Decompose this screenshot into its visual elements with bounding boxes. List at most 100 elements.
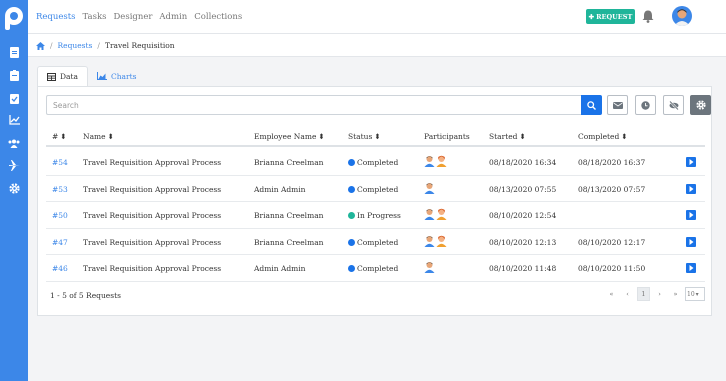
results-count: 1 - 5 of 5 Requests — [50, 291, 121, 300]
status-dot — [348, 159, 355, 166]
page-number[interactable]: 1 — [637, 287, 650, 301]
request-id-link[interactable]: #54 — [52, 158, 68, 167]
status-badge: Completed — [348, 238, 398, 247]
request-id-link[interactable]: #50 — [52, 211, 68, 220]
table-row: #46 Travel Requisition Approval Process … — [46, 255, 705, 282]
participants — [424, 182, 435, 194]
completed-date: 08/13/2020 07:57 — [578, 184, 646, 194]
tab-charts[interactable]: Charts — [88, 66, 146, 86]
completed-date: 08/10/2020 11:50 — [578, 264, 646, 273]
nav-tasks[interactable]: Tasks — [83, 12, 107, 22]
clipboard-check-icon[interactable] — [7, 91, 21, 105]
participants — [424, 208, 447, 220]
users-icon[interactable] — [7, 136, 21, 150]
table-header: # ⬍ Name ⬍ Employee Name ⬍ Status ⬍ Particip… — [46, 125, 705, 147]
file-icon[interactable] — [7, 45, 21, 59]
open-request-button[interactable] — [686, 157, 696, 167]
breadcrumb-requests[interactable]: Requests — [58, 41, 93, 50]
column-id[interactable]: # ⬍ — [52, 132, 67, 141]
request-name: Travel Requisition Approval Process — [83, 264, 222, 273]
caret-right-icon — [689, 212, 693, 218]
search-icon — [587, 100, 596, 110]
column-completed[interactable]: Completed ⬍ — [578, 132, 628, 141]
plane-icon[interactable] — [7, 158, 21, 172]
breadcrumb-current: Travel Requisition — [104, 41, 175, 50]
next-page-button[interactable]: › — [653, 287, 666, 301]
user-avatar[interactable] — [672, 6, 692, 26]
settings-button[interactable] — [690, 95, 711, 115]
open-request-button[interactable] — [686, 263, 696, 273]
chevron-down-icon: ▾ — [695, 290, 699, 298]
column-employee[interactable]: Employee Name ⬍ — [254, 132, 325, 141]
nav-collections[interactable]: Collections — [194, 12, 242, 22]
open-request-button[interactable] — [686, 210, 696, 220]
gear-icon[interactable] — [7, 181, 21, 195]
avatar[interactable] — [436, 235, 447, 247]
prev-page-button[interactable]: ‹ — [621, 287, 634, 301]
avatar[interactable] — [424, 235, 435, 247]
column-status[interactable]: Status ⬍ — [348, 132, 381, 141]
tab-data[interactable]: Data — [37, 66, 88, 86]
last-page-button[interactable]: » — [669, 287, 682, 301]
first-page-button[interactable]: « — [605, 287, 618, 301]
history-button[interactable] — [635, 95, 656, 115]
nav-requests[interactable]: Requests — [36, 12, 76, 22]
participants — [424, 261, 435, 273]
started-date: 08/10/2020 11:48 — [489, 264, 557, 273]
participants — [424, 155, 447, 167]
status-dot — [348, 238, 355, 246]
status-badge: Completed — [348, 264, 398, 273]
completed-date: 08/10/2020 12:17 — [578, 237, 646, 247]
table-row: #54 Travel Requisition Approval Process … — [46, 149, 705, 176]
sidebar — [0, 0, 28, 381]
open-request-button[interactable] — [686, 236, 696, 247]
caret-right-icon — [689, 185, 693, 192]
sort-icon: ⬍ — [621, 132, 628, 141]
column-label: Completed — [578, 132, 620, 141]
bell-icon[interactable] — [642, 10, 654, 23]
sort-icon: ⬍ — [374, 132, 381, 141]
requests-card: Search # ⬍ Name ⬍ Employee Name ⬍ Status ⬍ P… — [37, 86, 712, 316]
table-row: #50 Travel Requisition Approval Process … — [46, 202, 705, 229]
email-button[interactable] — [607, 95, 628, 115]
column-name[interactable]: Name ⬍ — [83, 132, 114, 141]
plus-icon: ✚ — [588, 12, 595, 21]
request-id-link[interactable]: #46 — [52, 264, 68, 273]
clipboard-icon[interactable] — [7, 68, 21, 82]
per-page-select[interactable]: 10 ▾ — [685, 287, 705, 301]
processmaker-logo[interactable] — [3, 6, 25, 32]
started-date: 08/13/2020 07:55 — [489, 184, 557, 194]
column-label: Participants — [424, 132, 470, 141]
caret-right-icon — [689, 265, 693, 271]
breadcrumb-separator: / — [50, 41, 53, 50]
nav-designer[interactable]: Designer — [113, 12, 152, 22]
search-input[interactable]: Search — [46, 95, 581, 115]
avatar[interactable] — [424, 208, 435, 220]
sort-icon: ⬍ — [60, 132, 67, 141]
open-request-button[interactable] — [686, 183, 696, 194]
avatar[interactable] — [424, 155, 435, 167]
employee-name: Brianna Creelman — [254, 158, 324, 167]
avatar[interactable] — [436, 208, 447, 220]
request-name: Travel Requisition Approval Process — [83, 184, 222, 194]
eye-slash-icon — [668, 100, 679, 110]
nav-admin[interactable]: Admin — [159, 12, 187, 22]
employee-name: Admin Admin — [254, 184, 306, 194]
new-request-button[interactable]: ✚ REQUEST — [586, 9, 635, 24]
top-nav: Requests Tasks Designer Admin Collection… — [36, 12, 242, 22]
chart-line-icon[interactable] — [7, 113, 21, 127]
search-button[interactable] — [581, 95, 602, 115]
column-started[interactable]: Started ⬍ — [489, 132, 526, 141]
request-id-link[interactable]: #53 — [52, 185, 68, 194]
started-date: 08/18/2020 16:34 — [489, 158, 557, 167]
home-icon[interactable] — [36, 41, 45, 50]
table-row: #53 Travel Requisition Approval Process … — [46, 176, 705, 202]
avatar[interactable] — [436, 155, 447, 167]
table-row: #47 Travel Requisition Approval Process … — [46, 229, 705, 255]
avatar[interactable] — [424, 182, 435, 194]
avatar[interactable] — [424, 261, 435, 273]
tab-charts-label: Charts — [110, 71, 137, 81]
column-label: Employee Name — [254, 132, 317, 141]
request-id-link[interactable]: #47 — [52, 238, 68, 247]
hide-button[interactable] — [663, 95, 684, 115]
